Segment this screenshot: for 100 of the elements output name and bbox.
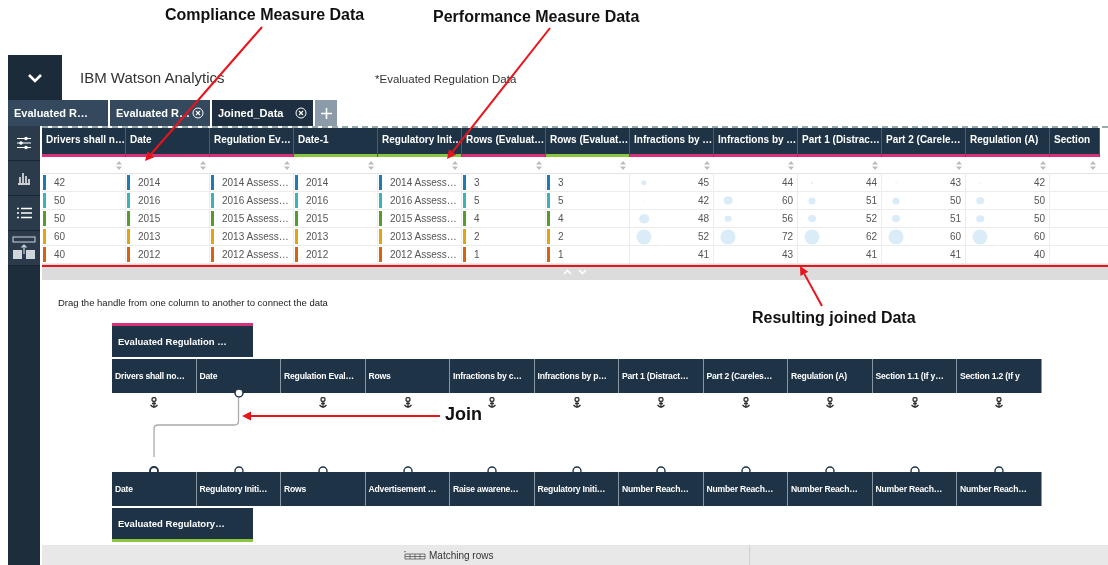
table-cell: 2015 — [294, 210, 378, 227]
anchor-icon[interactable] — [571, 397, 582, 409]
table-cell: 41 — [798, 246, 882, 263]
join-column[interactable]: Date — [112, 472, 197, 506]
anchor-icon[interactable] — [318, 397, 329, 409]
table-cell: 48 — [630, 210, 714, 227]
close-icon[interactable] — [192, 107, 204, 119]
join-column[interactable]: Raise awarene… — [450, 472, 535, 506]
table-cell: 60 — [882, 228, 966, 245]
join-column[interactable]: Section 1.1 (If y… — [872, 359, 957, 393]
join-column[interactable]: Rows — [281, 472, 366, 506]
bubble-icon — [888, 229, 904, 244]
anchor-icon[interactable] — [149, 397, 160, 409]
table-cell: 2 — [462, 228, 546, 245]
add-tab-button[interactable] — [315, 100, 337, 126]
table-cell: 60 — [42, 228, 126, 245]
table-cell: 1 — [546, 246, 630, 263]
table-name[interactable]: Evaluated Regulatory… — [112, 508, 253, 542]
column-header[interactable]: Part 2 (Carele… — [882, 128, 966, 154]
anchor-icon[interactable] — [740, 397, 751, 409]
column-header[interactable]: Infractions by … — [714, 128, 798, 154]
table-cell: 2012 — [294, 246, 378, 263]
matching-rows-label[interactable]: Matching rows — [429, 549, 494, 561]
table-cell: 2 — [546, 228, 630, 245]
table-cell: 3 — [462, 174, 546, 191]
join-column[interactable]: Rows — [365, 359, 450, 393]
table-cell: 5 — [462, 192, 546, 209]
join-column[interactable]: Infractions by c… — [450, 359, 535, 393]
table-cell: 51 — [798, 192, 882, 209]
table-cell: 43 — [714, 246, 798, 263]
table-cell: 2013 Assess… — [210, 228, 294, 245]
column-header[interactable]: Part 1 (Distrac… — [798, 128, 882, 154]
table-cell: 2015 Assess… — [378, 210, 462, 227]
anchor-icon[interactable] — [656, 397, 667, 409]
join-column[interactable]: Number Reach… — [619, 472, 704, 506]
join-column[interactable]: Regulatory Initi… — [534, 472, 619, 506]
column-header[interactable]: Drivers shall n… — [42, 128, 126, 154]
column-header[interactable]: Regulatory Init… — [378, 128, 462, 154]
sidebar-button[interactable] — [8, 196, 40, 231]
table-name[interactable]: Evaluated Regulation … — [112, 323, 253, 357]
tab[interactable]: Joined_Data — [212, 100, 313, 126]
chevron-down-icon — [27, 72, 43, 83]
join-column[interactable]: Number Reach… — [788, 472, 873, 506]
table-cell: 2015 Assess… — [210, 210, 294, 227]
table-cell: 2014 Assess… — [210, 174, 294, 191]
chevron-up-icon — [563, 269, 572, 275]
bar-chart-icon — [17, 171, 31, 185]
sidebar-button[interactable] — [8, 231, 40, 266]
column-header[interactable]: Rows (Evaluat… — [546, 128, 630, 154]
anchor-icon[interactable] — [402, 397, 413, 409]
close-icon[interactable] — [295, 107, 307, 119]
column-header[interactable]: Date — [126, 128, 210, 154]
join-column[interactable]: Number Reach… — [957, 472, 1042, 506]
join-column[interactable]: Part 1 (Distract… — [619, 359, 704, 393]
table-cell: 4 — [462, 210, 546, 227]
join-column[interactable]: Regulatory Initi… — [196, 472, 281, 506]
table-cell: 2013 Assess… — [378, 228, 462, 245]
join-column[interactable]: Regulation (A) — [788, 359, 873, 393]
anchor-icon[interactable] — [909, 397, 920, 409]
join-column[interactable]: Section 1.2 (If y — [957, 359, 1042, 393]
sidebar-button[interactable] — [8, 161, 40, 196]
menu-button[interactable] — [8, 55, 62, 100]
join-column[interactable]: Number Reach… — [872, 472, 957, 506]
bubble-icon — [724, 215, 732, 222]
tab[interactable]: Evaluated R… — [8, 100, 108, 126]
column-header[interactable]: Regulation (A) — [966, 128, 1050, 154]
table-cell: 51 — [882, 210, 966, 227]
bubble-icon — [639, 213, 649, 224]
table-cell: 4 — [546, 210, 630, 227]
column-header[interactable]: Regulation Ev… — [210, 128, 294, 154]
chevron-down-icon — [578, 269, 587, 275]
join-column[interactable]: Regulation Eval… — [281, 359, 366, 393]
column-header[interactable]: Rows (Evaluat… — [462, 128, 546, 154]
join-column[interactable]: Date — [196, 359, 281, 393]
sidebar-button[interactable] — [8, 126, 40, 161]
anchor-icon[interactable] — [487, 397, 498, 409]
column-header[interactable]: Date-1 — [294, 128, 378, 154]
join-column[interactable]: Infractions by p… — [534, 359, 619, 393]
column-header[interactable]: Infractions by … — [630, 128, 714, 154]
join-column[interactable]: Advertisement … — [365, 472, 450, 506]
handle-circle-icon[interactable] — [233, 388, 244, 398]
table-cell: 3 — [546, 174, 630, 191]
table-cell: 50 — [966, 192, 1050, 209]
table-cell: 2012 Assess… — [210, 246, 294, 263]
plus-icon — [320, 107, 332, 119]
bubble-icon — [804, 229, 820, 244]
join-column[interactable]: Part 2 (Careles… — [703, 359, 788, 393]
table-cell: 60 — [714, 192, 798, 209]
column-header[interactable]: Section — [1050, 128, 1100, 154]
anchor-icon[interactable] — [994, 397, 1005, 409]
table-cell: 43 — [882, 174, 966, 191]
table-cell: 50 — [882, 192, 966, 209]
anchor-icon[interactable] — [825, 397, 836, 409]
join-column[interactable]: Number Reach… — [703, 472, 788, 506]
table-cell: 41 — [882, 246, 966, 263]
table-cell: 2012 — [126, 246, 210, 263]
join-column[interactable]: Drivers shall no… — [112, 359, 197, 393]
table-cell: 2013 — [294, 228, 378, 245]
annotation-label: Performance Measure Data — [433, 8, 640, 26]
bubble-icon — [972, 229, 988, 244]
